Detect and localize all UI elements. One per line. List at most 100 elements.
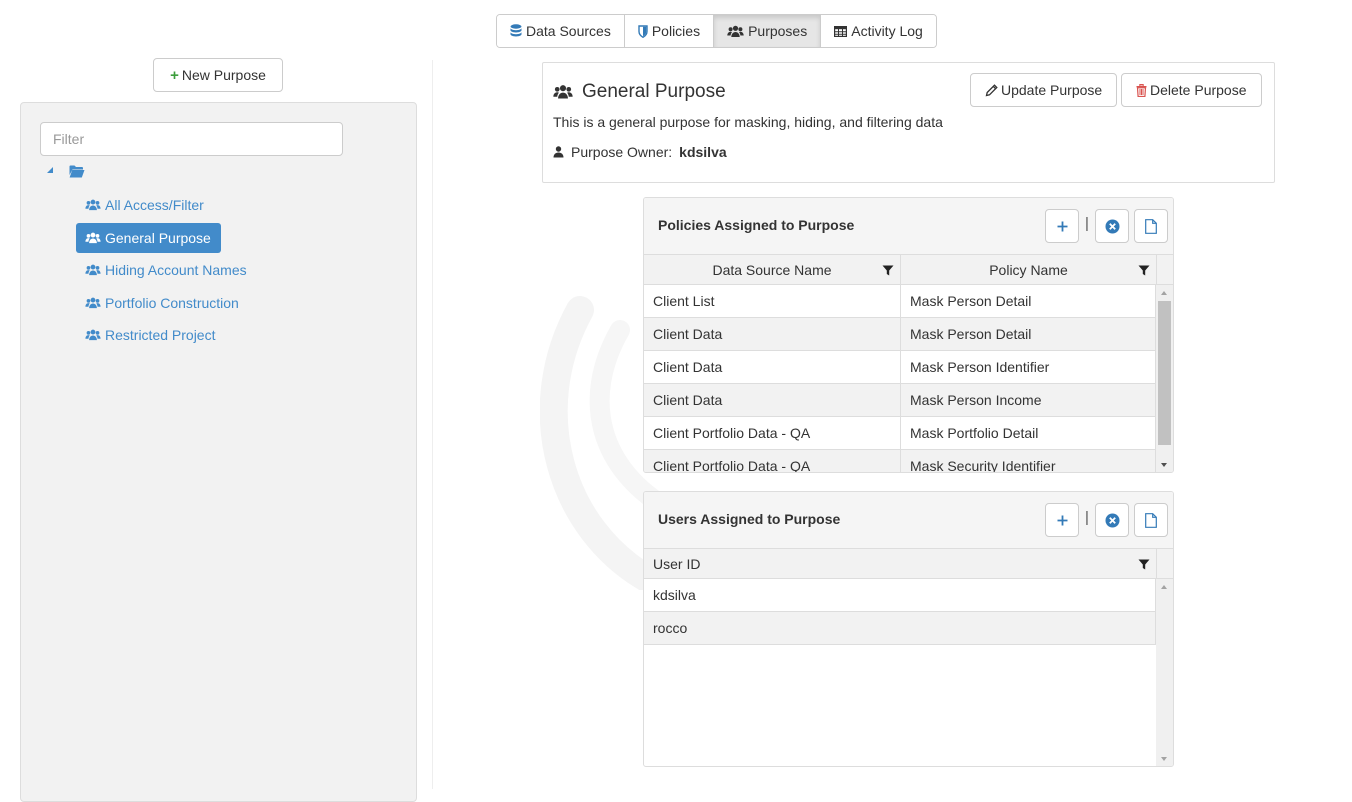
scroll-down-arrow-icon[interactable]	[1161, 463, 1167, 467]
cell-data-source: Client Data	[644, 351, 901, 383]
file-icon	[1145, 218, 1157, 234]
cell-policy-name: Mask Person Detail	[901, 285, 1156, 317]
users-panel: Users Assigned to Purpose | User ID kdsi…	[643, 491, 1174, 767]
export-policy-button[interactable]	[1134, 209, 1168, 243]
tree-item-portfolio-construction[interactable]: Portfolio Construction	[76, 288, 249, 318]
tree-item-general-purpose[interactable]: General Purpose	[76, 223, 221, 253]
cell-user-id: kdsilva	[644, 579, 1156, 611]
tree-item-restricted-project[interactable]: Restricted Project	[76, 320, 225, 350]
cell-data-source: Client Data	[644, 318, 901, 350]
col-header-policy-name[interactable]: Policy Name	[901, 255, 1157, 285]
users-icon	[85, 199, 101, 211]
tree-item-hiding-account-names[interactable]: Hiding Account Names	[76, 255, 257, 285]
scroll-thumb[interactable]	[1158, 301, 1171, 445]
tab-purposes-label: Purposes	[748, 23, 808, 39]
tree-item-all-access-filter[interactable]: All Access/Filter	[76, 190, 214, 220]
tree-item-label: General Purpose	[105, 230, 211, 246]
table-icon	[834, 25, 848, 37]
add-user-button[interactable]	[1045, 503, 1079, 537]
tab-data-sources-label: Data Sources	[526, 23, 611, 39]
policies-rows: Client List Mask Person Detail Client Da…	[644, 285, 1156, 472]
add-policy-button[interactable]	[1045, 209, 1079, 243]
users-icon	[85, 232, 101, 244]
user-icon	[553, 146, 564, 158]
export-user-button[interactable]	[1134, 503, 1168, 537]
separator: |	[1085, 509, 1089, 526]
purpose-title-text: General Purpose	[582, 81, 726, 102]
col-header-label: Policy Name	[989, 262, 1068, 278]
trash-icon	[1136, 83, 1147, 97]
users-panel-title: Users Assigned to Purpose	[658, 511, 841, 527]
pencil-icon	[985, 83, 998, 97]
plus-icon: +	[170, 66, 179, 84]
table-row[interactable]: Client Data Mask Person Detail	[644, 318, 1156, 351]
folder-open-icon[interactable]	[69, 165, 85, 178]
users-column-headers: User ID	[644, 549, 1173, 579]
delete-purpose-label: Delete Purpose	[1150, 82, 1247, 98]
table-row[interactable]: Client Portfolio Data - QA Mask Portfoli…	[644, 417, 1156, 450]
collapse-triangle-icon[interactable]	[46, 166, 56, 176]
tab-activity-log-label: Activity Log	[851, 23, 923, 39]
shield-icon	[638, 24, 648, 38]
scroll-up-arrow-icon[interactable]	[1161, 585, 1167, 589]
update-purpose-button[interactable]: Update Purpose	[970, 73, 1118, 107]
filter-icon[interactable]	[1138, 559, 1150, 570]
database-icon	[510, 24, 522, 38]
tab-policies-label: Policies	[651, 23, 701, 39]
table-row[interactable]: rocco	[644, 612, 1156, 645]
policies-column-headers: Data Source Name Policy Name	[644, 255, 1173, 285]
users-icon	[553, 84, 573, 100]
policies-panel-title: Policies Assigned to Purpose	[658, 217, 855, 233]
remove-policy-button[interactable]	[1095, 209, 1129, 243]
tab-purposes[interactable]: Purposes	[714, 15, 822, 47]
scroll-up-arrow-icon[interactable]	[1161, 291, 1167, 295]
new-purpose-label: New Purpose	[181, 67, 266, 83]
purpose-tree-panel: All Access/Filter General Purpose Hiding…	[20, 102, 417, 802]
policies-scrollbar[interactable]	[1156, 285, 1173, 472]
cell-policy-name: Mask Person Income	[901, 384, 1156, 416]
table-row[interactable]: Client List Mask Person Detail	[644, 285, 1156, 318]
policies-panel: Policies Assigned to Purpose | Data Sour…	[643, 197, 1174, 473]
cell-policy-name: Mask Person Identifier	[901, 351, 1156, 383]
tab-activity-log[interactable]: Activity Log	[821, 15, 936, 47]
users-panel-header: Users Assigned to Purpose |	[644, 492, 1173, 549]
main-nav: Data Sources Policies Purposes Activity …	[496, 14, 937, 48]
tree-item-label: Restricted Project	[105, 327, 216, 343]
col-header-label: User ID	[653, 556, 701, 572]
tab-data-sources[interactable]: Data Sources	[497, 15, 625, 47]
delete-purpose-button[interactable]: Delete Purpose	[1121, 73, 1262, 107]
filter-icon[interactable]	[882, 265, 894, 276]
remove-user-button[interactable]	[1095, 503, 1129, 537]
new-purpose-button[interactable]: + New Purpose	[153, 58, 283, 92]
scroll-down-arrow-icon[interactable]	[1161, 757, 1167, 761]
purpose-title: General Purpose	[553, 81, 726, 103]
filter-icon[interactable]	[1138, 265, 1150, 276]
tree-item-label: Portfolio Construction	[105, 295, 239, 311]
update-purpose-label: Update Purpose	[1001, 82, 1103, 98]
col-header-user-id[interactable]: User ID	[644, 549, 1157, 579]
separator: |	[1085, 215, 1089, 232]
filter-input[interactable]	[40, 122, 343, 156]
plus-icon	[1057, 515, 1068, 526]
tree-item-label: Hiding Account Names	[105, 262, 247, 278]
users-icon	[85, 329, 101, 341]
table-row[interactable]: Client Data Mask Person Identifier	[644, 351, 1156, 384]
table-row[interactable]: Client Portfolio Data - QA Mask Security…	[644, 450, 1156, 472]
table-row[interactable]: Client Data Mask Person Income	[644, 384, 1156, 417]
file-icon	[1145, 512, 1157, 528]
users-icon	[85, 297, 101, 309]
users-scrollbar[interactable]	[1156, 579, 1173, 766]
cell-data-source: Client Portfolio Data - QA	[644, 450, 901, 472]
table-row[interactable]: kdsilva	[644, 579, 1156, 612]
cell-policy-name: Mask Security Identifier	[901, 450, 1156, 472]
panel-divider	[432, 60, 433, 789]
cell-data-source: Client List	[644, 285, 901, 317]
policies-panel-header: Policies Assigned to Purpose |	[644, 198, 1173, 255]
plus-icon	[1057, 221, 1068, 232]
owner-name: kdsilva	[679, 144, 727, 160]
purpose-detail-card: General Purpose This is a general purpos…	[542, 62, 1275, 183]
col-header-data-source[interactable]: Data Source Name	[644, 255, 901, 285]
tab-policies[interactable]: Policies	[624, 15, 715, 47]
users-icon	[727, 25, 744, 38]
purpose-description: This is a general purpose for masking, h…	[553, 114, 943, 130]
